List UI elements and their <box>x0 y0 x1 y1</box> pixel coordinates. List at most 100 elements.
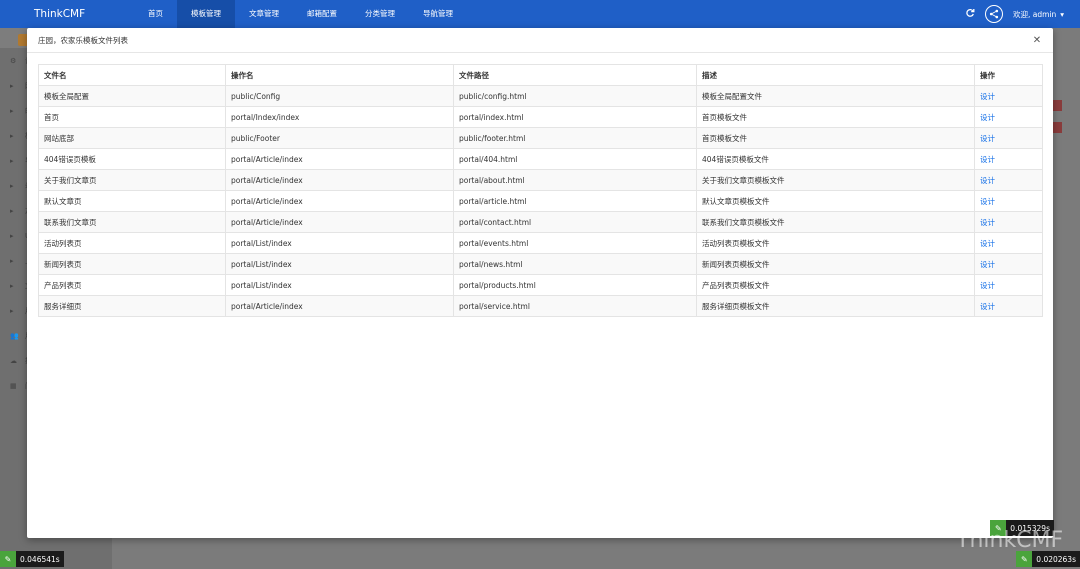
cell-desc: 联系我们文章页模板文件 <box>696 211 975 233</box>
nav-item-articles[interactable]: 文章管理 <box>235 0 293 28</box>
user-menu[interactable]: 欢迎, admin ▾ <box>1013 9 1064 20</box>
timing-value: 0.020263s <box>1036 554 1076 564</box>
design-link[interactable]: 设计 <box>980 218 995 227</box>
cell-op: 设计 <box>974 190 1043 212</box>
modal-header: 庄园，农家乐模板文件列表 ✕ <box>27 28 1053 53</box>
template-files-table: 文件名 操作名 文件路径 描述 操作 模板全局配置 public/Config pu… <box>38 64 1043 317</box>
cell-path: portal/article.html <box>453 190 697 212</box>
cell-action: portal/Article/index <box>225 169 454 191</box>
top-nav: 首页 模板管理 文章管理 邮箱配置 分类管理 导航管理 <box>134 0 467 28</box>
caret-right-icon: ▸ <box>10 106 14 115</box>
design-link[interactable]: 设计 <box>980 281 995 290</box>
cell-filename: 活动列表页 <box>38 232 226 254</box>
cell-op: 设计 <box>974 232 1043 254</box>
table-row: 联系我们文章页 portal/Article/index portal/contac… <box>38 211 1043 233</box>
cell-filename: 新闻列表页 <box>38 253 226 275</box>
cell-op: 设计 <box>974 106 1043 128</box>
col-header-filename: 文件名 <box>38 64 226 86</box>
nav-item-categories[interactable]: 分类管理 <box>351 0 409 28</box>
col-header-action: 操作名 <box>225 64 454 86</box>
caret-right-icon: ▸ <box>10 156 14 165</box>
close-icon[interactable]: ✕ <box>1030 33 1044 47</box>
caret-down-icon: ▾ <box>1060 9 1064 19</box>
cell-path: portal/service.html <box>453 295 697 317</box>
delete-icon[interactable] <box>1052 100 1062 111</box>
cell-desc: 活动列表页模板文件 <box>696 232 975 254</box>
cell-path: portal/index.html <box>453 106 697 128</box>
cell-filename: 模板全局配置 <box>38 85 226 107</box>
avatar-share-icon[interactable] <box>984 5 1003 23</box>
caret-right-icon: ▸ <box>10 231 14 240</box>
cell-desc: 产品列表页模板文件 <box>696 274 975 296</box>
cell-desc: 首页模板文件 <box>696 127 975 149</box>
table-row: 关于我们文章页 portal/Article/index portal/about.… <box>38 169 1043 191</box>
design-link[interactable]: 设计 <box>980 302 995 311</box>
watermark: ThinkCMF <box>956 528 1064 553</box>
cell-desc: 服务详细页模板文件 <box>696 295 975 317</box>
cell-op: 设计 <box>974 127 1043 149</box>
table-row: 活动列表页 portal/List/index portal/events.html… <box>38 232 1043 254</box>
cell-action: portal/List/index <box>225 232 454 254</box>
cell-desc: 关于我们文章页模板文件 <box>696 169 975 191</box>
refresh-icon[interactable] <box>965 8 975 20</box>
design-link[interactable]: 设计 <box>980 113 995 122</box>
cell-filename: 默认文章页 <box>38 190 226 212</box>
caret-right-icon: ▸ <box>10 81 14 90</box>
design-link[interactable]: 设计 <box>980 260 995 269</box>
cloud-icon: ☁ <box>10 356 17 365</box>
col-header-path: 文件路径 <box>453 64 697 86</box>
design-link[interactable]: 设计 <box>980 134 995 143</box>
cell-desc: 首页模板文件 <box>696 106 975 128</box>
leaf-icon: ✎ <box>1016 551 1033 567</box>
modal-body: 文件名 操作名 文件路径 描述 操作 模板全局配置 public/Config pu… <box>27 53 1053 317</box>
cell-filename: 首页 <box>38 106 226 128</box>
design-link[interactable]: 设计 <box>980 239 995 248</box>
caret-right-icon: ▸ <box>10 131 14 140</box>
cell-action: public/Config <box>225 85 454 107</box>
users-icon: 👥 <box>10 331 19 340</box>
cell-path: portal/contact.html <box>453 211 697 233</box>
cell-path: portal/404.html <box>453 148 697 170</box>
delete-icon[interactable] <box>1052 122 1062 133</box>
caret-right-icon: ▸ <box>10 256 14 265</box>
design-link[interactable]: 设计 <box>980 176 995 185</box>
caret-right-icon: ▸ <box>10 306 14 315</box>
grid-icon: ▦ <box>10 381 17 390</box>
table-row: 网站底部 public/Footer public/footer.html 首页模板文… <box>38 127 1043 149</box>
design-link[interactable]: 设计 <box>980 92 995 101</box>
design-link[interactable]: 设计 <box>980 197 995 206</box>
cell-action: portal/Article/index <box>225 295 454 317</box>
timing-badge-left: ✎ 0.046541s <box>0 551 64 567</box>
cell-op: 设计 <box>974 211 1043 233</box>
cell-path: portal/products.html <box>453 274 697 296</box>
design-link[interactable]: 设计 <box>980 155 995 164</box>
table-row: 模板全局配置 public/Config public/config.html 模板全… <box>38 85 1043 107</box>
timing-badge-right: ✎ 0.020263s <box>1016 551 1080 567</box>
cell-filename: 网站底部 <box>38 127 226 149</box>
cell-desc: 模板全局配置文件 <box>696 85 975 107</box>
brand-logo[interactable]: ThinkCMF <box>34 8 134 20</box>
table-row: 默认文章页 portal/Article/index portal/article.… <box>38 190 1043 212</box>
cell-op: 设计 <box>974 253 1043 275</box>
cell-path: public/config.html <box>453 85 697 107</box>
cell-action: portal/Index/index <box>225 106 454 128</box>
cell-action: portal/Article/index <box>225 148 454 170</box>
cell-desc: 404错误页模板文件 <box>696 148 975 170</box>
table-row: 404错误页模板 portal/Article/index portal/404.h… <box>38 148 1043 170</box>
top-navbar: ThinkCMF 首页 模板管理 文章管理 邮箱配置 分类管理 导航管理 欢迎,… <box>0 0 1080 28</box>
cell-desc: 默认文章页模板文件 <box>696 190 975 212</box>
nav-item-mail[interactable]: 邮箱配置 <box>293 0 351 28</box>
table-row: 首页 portal/Index/index portal/index.html 首页模… <box>38 106 1043 128</box>
cell-op: 设计 <box>974 148 1043 170</box>
nav-item-templates[interactable]: 模板管理 <box>177 0 235 28</box>
caret-right-icon: ▸ <box>10 181 14 190</box>
cell-action: portal/Article/index <box>225 190 454 212</box>
col-header-desc: 描述 <box>696 64 975 86</box>
nav-item-home[interactable]: 首页 <box>134 0 177 28</box>
nav-item-navigation[interactable]: 导航管理 <box>409 0 467 28</box>
cell-path: portal/events.html <box>453 232 697 254</box>
template-files-modal: 庄园，农家乐模板文件列表 ✕ 文件名 操作名 文件路径 描述 操作 模板全局配置… <box>27 28 1054 538</box>
cell-op: 设计 <box>974 169 1043 191</box>
col-header-op: 操作 <box>974 64 1043 86</box>
gear-icon: ⚙ <box>10 56 17 65</box>
